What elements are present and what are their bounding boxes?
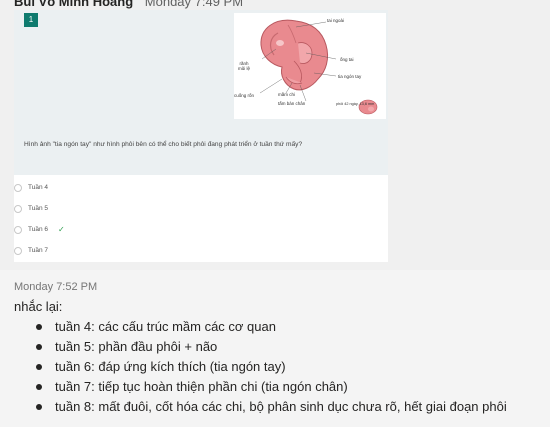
question-panel: 1 tai ngoài ống tai rãnh mũi lệ tia ngón…	[14, 10, 388, 175]
message-time: Monday 7:52 PM	[14, 281, 98, 293]
radio-icon[interactable]	[14, 205, 22, 213]
bullet-icon	[36, 344, 42, 350]
label-ong-tai: ống tai	[340, 57, 354, 62]
option-label: Tuần 5	[28, 205, 48, 212]
option-label: Tuần 4	[28, 184, 48, 191]
list-item: tuần 5: phần đầu phôi + não	[34, 337, 507, 357]
list-item-text: tuần 4: các cấu trúc mầm các cơ quan	[55, 319, 276, 334]
quiz-card-image[interactable]: 1 tai ngoài ống tai rãnh mũi lệ tia ngón…	[14, 10, 388, 262]
list-item-text: tuần 6: đáp ứng kích thích (tia ngón tay…	[55, 359, 286, 374]
label-tai-ngoai: tai ngoài	[327, 18, 345, 23]
list-item-text: tuần 8: mất đuôi, cốt hóa các chi, bộ ph…	[55, 399, 507, 414]
option-label: Tuần 7	[28, 247, 48, 254]
label-tia-ngon-tay: tia ngón tay	[338, 74, 362, 79]
list-item-text: tuần 7: tiếp tục hoàn thiện phần chi (ti…	[55, 379, 348, 394]
list-item: tuần 8: mất đuôi, cốt hóa các chi, bộ ph…	[34, 397, 507, 417]
option-tuan-7[interactable]: Tuần 7	[14, 241, 388, 261]
option-tuan-4[interactable]: Tuần 4	[14, 178, 388, 198]
embryo-figure: tai ngoài ống tai rãnh mũi lệ tia ngón t…	[234, 13, 386, 119]
label-embryo-age: phôi 42 ngày, 13,6 mm	[336, 102, 375, 106]
question-text: Hình ảnh "tia ngón tay" như hình phôi bê…	[24, 141, 303, 148]
label-tam-ban-chan: tấm bàn chân	[278, 101, 306, 106]
chat-message-1: Bùi Võ Minh Hoàng Monday 7:49 PM 1 tai n…	[0, 0, 550, 270]
check-icon: ✓	[58, 225, 65, 234]
chat-message-2: Monday 7:52 PM nhắc lại: tuần 4: các cấu…	[0, 270, 550, 427]
label-mam-chi: mầm chi	[278, 92, 296, 97]
list-item-text: tuần 5: phần đầu phôi + não	[55, 339, 218, 354]
list-item: tuần 4: các cấu trúc mầm các cơ quan	[34, 317, 507, 337]
bullet-list: tuần 4: các cấu trúc mầm các cơ quan tuầ…	[34, 317, 507, 417]
question-number-badge: 1	[24, 13, 38, 27]
bullet-icon	[36, 324, 42, 330]
radio-icon[interactable]	[14, 184, 22, 192]
bullet-icon	[36, 404, 42, 410]
list-item: tuần 7: tiếp tục hoàn thiện phần chi (ti…	[34, 377, 507, 397]
list-item: tuần 6: đáp ứng kích thích (tia ngón tay…	[34, 357, 507, 377]
bullet-icon	[36, 384, 42, 390]
radio-icon[interactable]	[14, 226, 22, 234]
label-cuong-ron: cuống rốn	[234, 93, 255, 98]
option-tuan-5[interactable]: Tuần 5	[14, 199, 388, 219]
message-intro: nhắc lại:	[14, 299, 63, 314]
sender-name[interactable]: Bùi Võ Minh Hoàng	[14, 0, 133, 9]
bullet-icon	[36, 364, 42, 370]
message-header: Bùi Võ Minh Hoàng Monday 7:49 PM	[14, 0, 243, 10]
radio-icon[interactable]	[14, 247, 22, 255]
option-label: Tuần 6	[28, 226, 48, 233]
message-time: Monday 7:49 PM	[144, 0, 244, 9]
label-ranh-mui-le: rãnh mũi lệ	[238, 61, 251, 71]
option-tuan-6[interactable]: Tuần 6 ✓	[14, 220, 388, 240]
